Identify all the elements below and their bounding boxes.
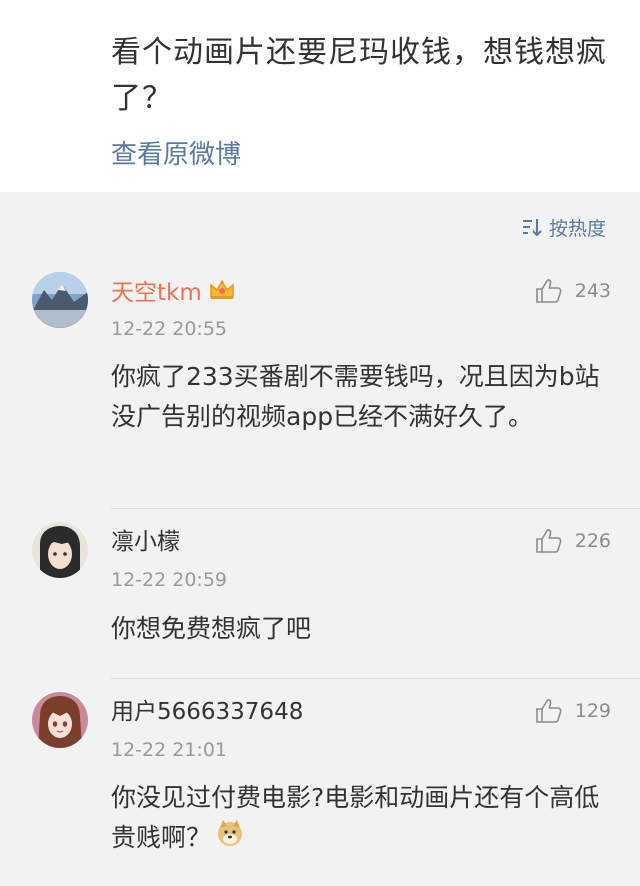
username-text[interactable]: 天空tkm: [111, 278, 202, 308]
original-post: 看个动画片还要尼玛收钱，想钱想疯了？ 查看原微博: [0, 0, 640, 192]
like-button[interactable]: 226: [535, 528, 611, 554]
comment-time: 12-22 20:55: [111, 318, 228, 340]
thumbs-up-icon: [535, 699, 562, 723]
like-count: 243: [574, 280, 611, 302]
like-count: 226: [574, 530, 611, 552]
anime-character-avatar-image: [32, 522, 88, 578]
comment-username[interactable]: 用户5666337648: [111, 697, 303, 727]
avatar[interactable]: [32, 692, 88, 748]
thumbs-up-icon: [535, 529, 562, 553]
comment-text: 你疯了233买番剧不需要钱吗，况且因为b站没广告别的视频app已经不满好久了。: [111, 362, 600, 431]
mountain-avatar-image: [32, 272, 88, 328]
comment-text: 你没见过付费电影?电影和动画片还有个高低贵贱啊？: [111, 778, 606, 860]
comment-time: 12-22 20:59: [111, 569, 228, 591]
like-count: 129: [574, 700, 611, 722]
doge-emoji: [215, 818, 245, 860]
comment-username[interactable]: 天空tkm: [111, 277, 236, 309]
original-post-text: 看个动画片还要尼玛收钱，想钱想疯了？: [111, 35, 607, 116]
comment-username[interactable]: 凛小檬: [111, 527, 180, 557]
comments-section: 按热度 天空tkm 12-22 20:55 你疯了233买番剧不需要钱吗，况且因…: [0, 192, 640, 886]
like-button[interactable]: 243: [535, 278, 611, 304]
comment-text-body: 你没见过付费电影?电影和动画片还有个高低贵贱啊？: [111, 783, 600, 852]
like-button[interactable]: 129: [535, 698, 611, 724]
thumbs-up-icon: [535, 279, 562, 303]
crown-icon: [208, 277, 236, 309]
view-original-link[interactable]: 查看原微博: [111, 135, 241, 175]
comment-text: 你想免费想疯了吧: [111, 614, 312, 643]
sort-label: 按热度: [548, 217, 606, 240]
sort-icon: [522, 219, 542, 237]
divider: [111, 508, 640, 509]
divider: [111, 678, 640, 679]
anime-girl-avatar-image: [32, 692, 88, 748]
sort-by-hot-button[interactable]: 按热度: [521, 215, 606, 240]
avatar[interactable]: [32, 522, 88, 578]
avatar[interactable]: [32, 272, 88, 328]
comment-time: 12-22 21:01: [111, 739, 228, 761]
